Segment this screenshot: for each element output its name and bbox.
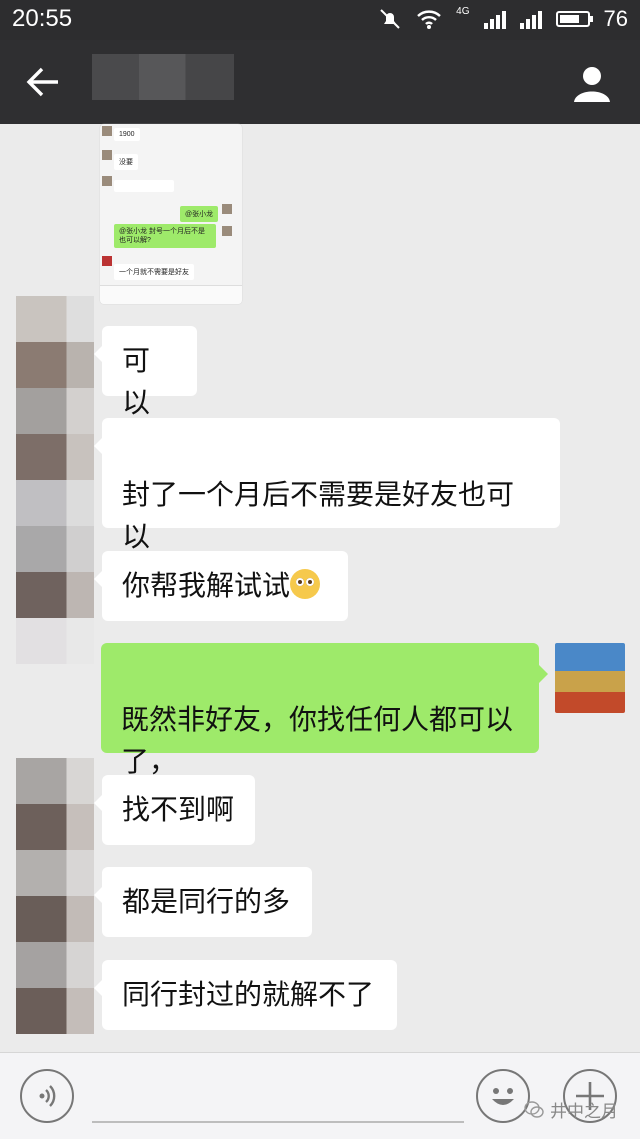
message-bubble-other[interactable]: 可以: [94, 326, 197, 418]
avatar: [102, 126, 112, 136]
arrow-left-icon[interactable]: [26, 66, 60, 98]
message-text: 可以: [122, 345, 151, 418]
voice-icon: [39, 1085, 56, 1107]
thumb-message: @张小龙: [180, 206, 219, 222]
status-icons: 4G 76: [378, 6, 628, 32]
network-type: 4G: [456, 5, 470, 17]
avatar: [102, 176, 112, 186]
smile-icon: [492, 1088, 514, 1105]
message-bubble-me[interactable]: 既然非好友，你找任何人都可以 了，: [101, 643, 548, 777]
message-bubble-other[interactable]: 同行封过的就解不了: [94, 960, 397, 1030]
avatar: [102, 256, 112, 266]
chat-input-bar: 井中之月: [0, 1052, 640, 1139]
mute-icon: [380, 9, 400, 29]
message-text: 同行封过的就解不了: [122, 979, 375, 1010]
watermark-text: 井中之月: [550, 1102, 618, 1121]
message-text: 你帮我解试试: [122, 570, 291, 601]
pleading-face-icon: [290, 569, 321, 599]
message-text: 既然非好友，你找任何人都可以 了，: [121, 704, 514, 777]
wechat-logo-icon: [524, 1100, 544, 1118]
battery-fill: [559, 15, 580, 23]
avatar: [102, 150, 112, 160]
avatar-blurred[interactable]: [16, 296, 94, 664]
avatar: [222, 226, 232, 236]
message-text: 找不到啊: [122, 794, 235, 825]
thumb-message: 一个月就不需要是好友: [114, 264, 194, 280]
message-bubble-other[interactable]: 你帮我解试试: [94, 551, 348, 621]
my-avatar[interactable]: [555, 643, 625, 713]
status-bar: 20:55 4G 76: [0, 0, 640, 40]
avatar-blurred[interactable]: [16, 758, 94, 1034]
message-input[interactable]: [92, 1121, 464, 1123]
signal-icon: [519, 9, 542, 29]
thumb-message: 没要: [114, 154, 138, 170]
wifi-icon: [417, 10, 441, 29]
signal-icon: [483, 9, 506, 29]
chat-title-blurred: [92, 54, 234, 100]
thumb-input-bar: [100, 285, 242, 304]
message-bubble-other[interactable]: 找不到啊: [94, 775, 255, 845]
emoji-button[interactable]: [476, 1069, 530, 1123]
avatar: [222, 204, 232, 214]
message-bubble-other[interactable]: 封了一个月后不需要是好友也可以 解: [94, 418, 560, 594]
thumb-message: 1900: [114, 128, 140, 141]
message-bubble-other[interactable]: 都是同行的多: [94, 867, 312, 937]
person-icon[interactable]: [572, 64, 612, 104]
status-time: 20:55: [12, 5, 73, 32]
battery-percent: 76: [603, 6, 628, 31]
watermark: 井中之月: [524, 1097, 618, 1122]
thumb-message: [114, 180, 174, 192]
voice-button[interactable]: [20, 1069, 74, 1123]
thumb-message: @张小龙 封号一个月后不是也可以解?: [114, 224, 216, 248]
message-text: 都是同行的多: [122, 886, 291, 917]
shared-screenshot-image[interactable]: 1900 没要 @张小龙 @张小龙 封号一个月后不是也可以解? 一个月就不需要是…: [100, 124, 242, 304]
battery-icon: [555, 11, 593, 27]
